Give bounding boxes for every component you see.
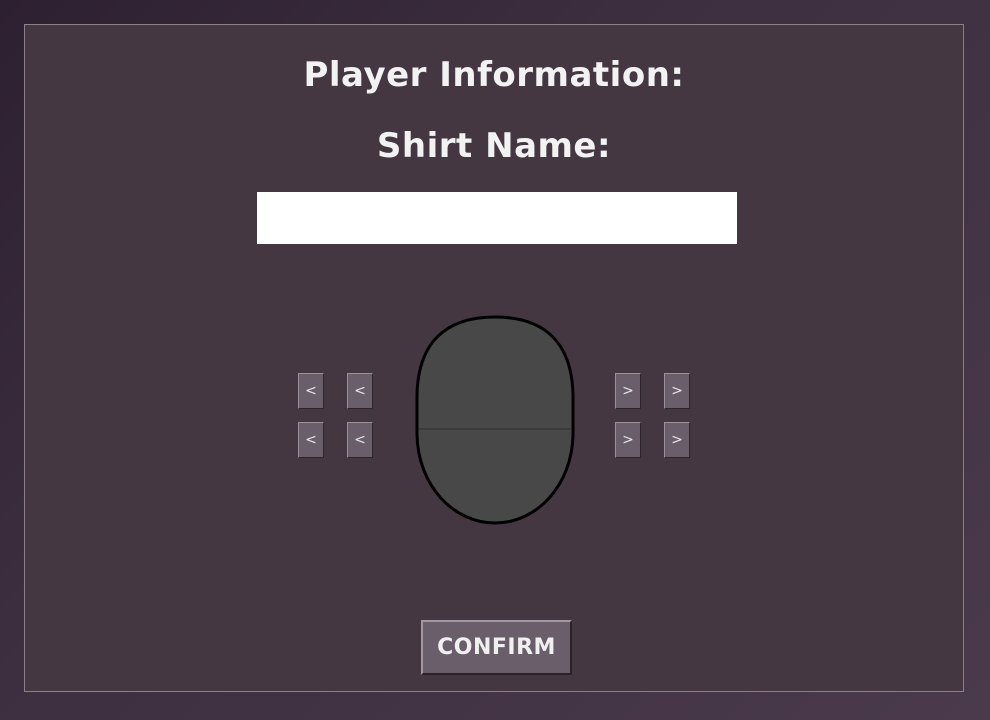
shirt-name-label: Shirt Name: bbox=[376, 126, 612, 166]
panel-title: Player Information: bbox=[303, 55, 685, 95]
head-shape bbox=[415, 315, 575, 525]
option-2-prev-button[interactable]: < bbox=[347, 422, 373, 458]
confirm-button[interactable]: CONFIRM bbox=[421, 620, 572, 675]
option-2-prev-far-button[interactable]: < bbox=[298, 422, 324, 458]
player-info-panel: Player Information: Shirt Name: < < < < … bbox=[24, 24, 964, 692]
option-2-next-far-button[interactable]: > bbox=[664, 422, 690, 458]
option-1-prev-far-button[interactable]: < bbox=[298, 373, 324, 409]
option-1-next-far-button[interactable]: > bbox=[664, 373, 690, 409]
option-1-next-button[interactable]: > bbox=[615, 373, 641, 409]
option-1-prev-button[interactable]: < bbox=[347, 373, 373, 409]
player-head-preview bbox=[415, 315, 575, 525]
option-2-next-button[interactable]: > bbox=[615, 422, 641, 458]
shirt-name-input[interactable] bbox=[257, 192, 737, 244]
